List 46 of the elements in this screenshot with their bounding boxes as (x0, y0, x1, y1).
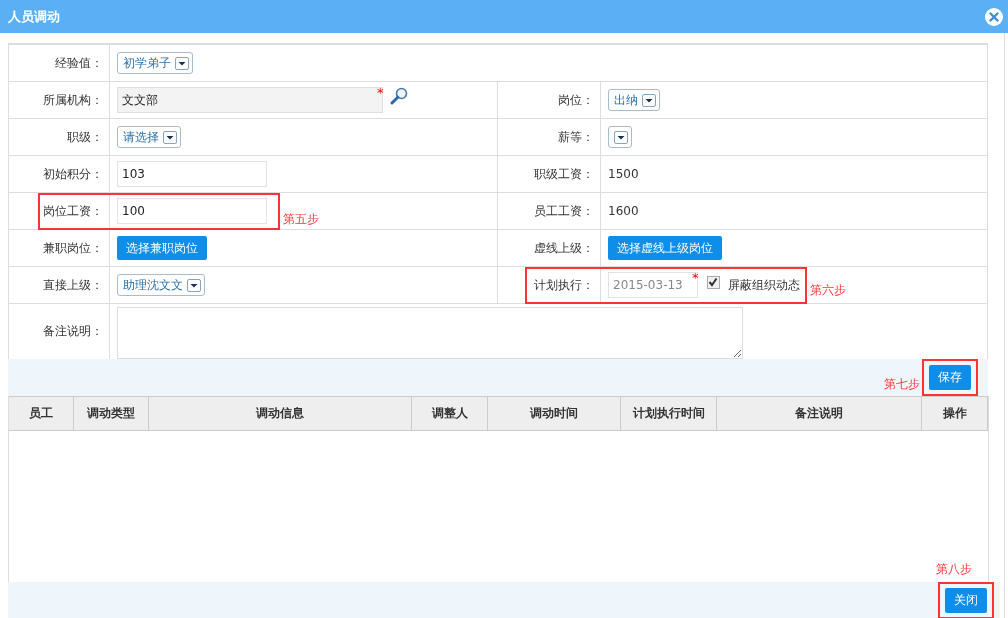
field-label: 职级： (9, 119, 110, 155)
field-label: 兼职岗位： (9, 230, 110, 266)
field-label: 初始积分： (9, 156, 110, 192)
checkbox[interactable] (706, 275, 720, 289)
step-note: 第八步 (936, 561, 972, 578)
dropdown[interactable]: 助理沈文文 (117, 274, 205, 296)
field-value: 1600 (608, 204, 639, 218)
column-header: 员工 (9, 397, 74, 430)
field-label: 虚线上级： (498, 230, 601, 266)
column-header: 调整人 (412, 397, 488, 430)
field-label: 岗位工资： (9, 193, 110, 229)
field-label: 直接上级： (9, 267, 110, 303)
column-header: 调动信息 (149, 397, 412, 430)
column-header: 操作 (942, 405, 968, 422)
field-label: 所属机构： (9, 82, 110, 118)
field-label: 职级工资： (498, 156, 601, 192)
dropdown[interactable]: 初学弟子 (117, 52, 193, 74)
select-position-button[interactable]: 选择兼职岗位 (117, 236, 207, 260)
search-icon[interactable] (389, 87, 408, 105)
column-header: 计划执行时间 (621, 397, 717, 430)
dropdown[interactable] (608, 126, 632, 148)
field-label: 计划执行： (498, 267, 601, 303)
field-label: 经验值： (9, 45, 110, 81)
input-field[interactable]: 100 (117, 198, 267, 224)
column-header: 调动类型 (74, 397, 149, 430)
close-button[interactable]: 关闭 (945, 587, 987, 613)
select-position-button[interactable]: 选择虚线上级岗位 (608, 236, 722, 260)
save-button[interactable]: 保存 (929, 365, 971, 390)
checkbox-label: 屏蔽组织动态 (727, 276, 800, 294)
remarks-field[interactable] (117, 306, 743, 359)
field-label: 员工工资： (498, 193, 601, 229)
field-value: 1500 (608, 167, 639, 181)
step-note: 第六步 (810, 282, 846, 299)
close-icon[interactable] (984, 6, 1004, 27)
field-label: 薪等： (498, 119, 601, 155)
required-mark: * (377, 85, 384, 100)
step-note: 第七步 (884, 376, 920, 393)
input-field[interactable]: 103 (117, 161, 267, 187)
required-mark: * (692, 270, 699, 285)
field-label: 岗位： (498, 82, 601, 118)
column-header: 调动时间 (488, 397, 621, 430)
window-title: 人员调动 (8, 7, 60, 26)
dropdown[interactable]: 请选择 (117, 126, 181, 148)
dropdown[interactable]: 出纳 (608, 89, 660, 111)
step-note: 第五步 (283, 211, 319, 228)
column-header: 备注说明 (717, 397, 922, 430)
